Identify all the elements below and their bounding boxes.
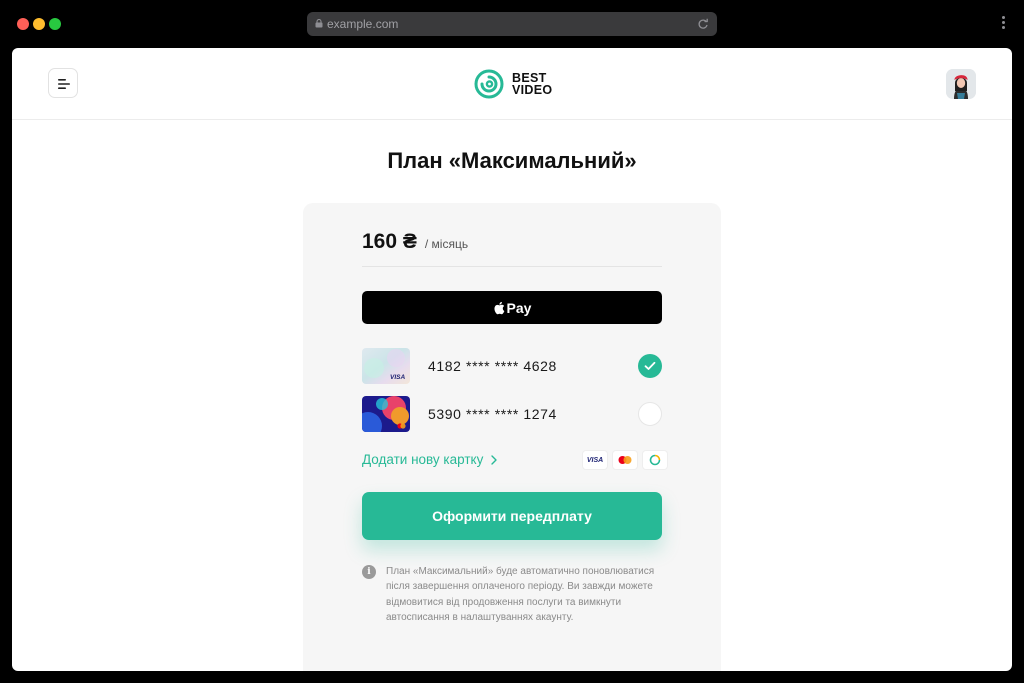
browser-toolbar: example.com [0, 0, 1024, 48]
saved-card-mastercard[interactable]: 5390 **** **** 1274 [362, 396, 662, 432]
site-logo[interactable]: BEST VIDEO [474, 69, 552, 99]
menu-icon [58, 79, 70, 89]
maximize-window-button[interactable] [49, 18, 61, 30]
mastercard-logo [613, 451, 637, 469]
browser-menu-icon[interactable] [1002, 16, 1006, 32]
address-bar[interactable]: example.com [307, 12, 717, 36]
auto-renew-text: План «Максимальний» буде автоматично пон… [386, 566, 655, 623]
svg-text:VISA: VISA [390, 374, 405, 381]
checkmark-icon [644, 361, 656, 370]
accepted-card-brands: VISA [577, 451, 667, 469]
lock-icon [315, 19, 323, 28]
price-period: / місяць [424, 237, 469, 251]
card-number: 5390 **** **** 1274 [428, 406, 557, 422]
browser-window: example.com BEST VIDEO План «Максимальни… [0, 0, 1024, 683]
avatar-image [946, 69, 976, 99]
apple-pay-button[interactable]: Pay [362, 291, 662, 324]
price-value: 160 ₴ [362, 230, 417, 253]
card-select-radio[interactable] [638, 354, 662, 378]
minimize-window-button[interactable] [33, 18, 45, 30]
logo-text-line2: VIDEO [512, 83, 553, 97]
apple-icon [494, 301, 504, 314]
visa-logo: VISA [583, 451, 607, 469]
web-page: BEST VIDEO План «Максимальний» 160 ₴ / м… [12, 48, 1012, 671]
add-card-label: Додати нову картку [362, 452, 484, 467]
mastercard-card-thumbnail [362, 396, 410, 432]
divider [362, 266, 662, 267]
apple-pay-label: Pay [506, 299, 532, 316]
payment-system-logo [643, 451, 667, 469]
info-icon: i [362, 565, 376, 579]
visa-card-thumbnail: VISA [362, 348, 410, 384]
reload-icon[interactable] [696, 17, 710, 31]
address-url: example.com [327, 17, 399, 31]
card-number: 4182 **** **** 4628 [428, 358, 557, 374]
plan-price: 160 ₴ / місяць [362, 230, 468, 254]
site-header: BEST VIDEO [12, 48, 1012, 120]
logo-icon [474, 69, 504, 99]
chevron-right-icon [491, 454, 498, 465]
menu-button[interactable] [48, 68, 78, 98]
add-card-link[interactable]: Додати нову картку [362, 452, 498, 467]
user-avatar[interactable] [946, 69, 976, 99]
close-window-button[interactable] [17, 18, 29, 30]
card-select-radio[interactable] [638, 402, 662, 426]
checkout-card: 160 ₴ / місяць Pay VISA 4182 **** **** 4… [303, 203, 721, 671]
page-title: План «Максимальний» [387, 148, 637, 173]
saved-card-visa[interactable]: VISA 4182 **** **** 4628 [362, 348, 662, 384]
subscribe-button[interactable]: Оформити передплату [362, 492, 662, 540]
